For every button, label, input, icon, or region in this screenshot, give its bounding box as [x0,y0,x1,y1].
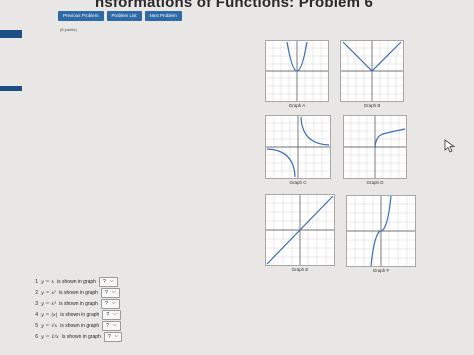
mouse-pointer-icon [444,139,456,153]
chevron-down-icon: ⌵ [111,289,116,295]
question-equation: y = x [41,278,55,285]
graph-select-value: ? [102,278,106,285]
graph-b: Graph B [340,40,404,110]
chevron-down-icon: ⌵ [109,278,114,284]
previous-problem-button[interactable]: Previous Problem [58,11,104,21]
question-text: is shown in graph [61,333,101,340]
graph-d: Graph D [343,115,407,187]
graph-e: Graph E [265,194,335,274]
graph-c-plot [265,115,331,179]
graph-select-value: ? [104,289,108,296]
question-number: 4 [35,311,38,318]
question-text: is shown in graph [60,311,100,318]
graph-select[interactable]: ? ⌵ [102,309,121,320]
question-row: 3 y = x³ is shown in graph ? ⌵ [30,298,122,309]
chevron-down-icon: ⌵ [111,300,116,306]
graph-f-plot [346,195,416,267]
graph-select-value: ? [106,311,110,318]
graph-caption: Graph D [366,180,384,185]
question-text: is shown in graph [60,322,100,329]
question-equation: y = 1/x [41,333,59,340]
question-row: 5 y = √x is shown in graph ? ⌵ [30,320,122,331]
question-row: 4 y = |x| is shown in graph ? ⌵ [30,309,122,320]
question-row: 1 y = x is shown in graph ? ⌵ [30,276,122,287]
problem-navigation: Previous Problem Problem List Next Probl… [58,11,182,21]
points-label: (6 points) [60,27,77,32]
graph-a: Graph A [265,40,329,110]
graph-caption: Graph E [291,267,309,272]
chevron-down-icon: ⌵ [113,311,117,317]
question-equation: y = √x [41,322,58,329]
question-number: 5 [35,322,38,329]
graph-a-plot [265,40,329,102]
graph-select-value: ? [107,333,111,340]
chevron-down-icon: ⌵ [114,333,119,339]
graph-select[interactable]: ? ⌵ [100,298,120,309]
graph-select[interactable]: ? ⌵ [102,320,121,331]
question-number: 1 [35,278,38,285]
graph-select-value: ? [106,322,109,329]
sidebar-edge-lower [0,86,22,91]
chevron-down-icon: ⌵ [112,322,117,328]
graph-e-plot [265,194,335,266]
problem-list-button[interactable]: Problem List [106,11,142,21]
graph-caption: Graph C [289,180,307,185]
question-number: 2 [35,289,38,296]
graph-c: Graph C [265,115,331,187]
question-row: 2 y = x² is shown in graph ? ⌵ [30,287,122,298]
graph-caption: Graph A [288,103,306,108]
graph-select-value: ? [104,300,108,307]
question-row: 6 y = 1/x is shown in graph ? ⌵ [30,331,123,342]
graph-caption: Graph B [363,103,381,108]
question-text: is shown in graph [57,278,96,285]
graph-select[interactable]: ? ⌵ [98,276,118,287]
graph-d-plot [343,115,407,179]
question-number: 6 [35,333,38,340]
graph-select[interactable]: ? ⌵ [100,287,120,298]
graph-select[interactable]: ? ⌵ [103,331,123,342]
matching-questions: 1 y = x is shown in graph ? ⌵ 2 y = x² is… [30,276,123,342]
question-equation: y = |x| [41,311,58,318]
graph-caption: Graph F [372,268,390,273]
question-number: 3 [35,300,38,307]
graph-b-plot [340,40,404,102]
question-equation: y = x³ [41,300,57,307]
question-text: is shown in graph [59,300,98,307]
next-problem-button[interactable]: Next Problem [144,11,182,21]
sidebar-edge [0,30,22,38]
page-title: nsformations of Functions: Problem 6 [95,0,374,11]
question-text: is shown in graph [59,289,98,296]
question-equation: y = x² [41,289,57,296]
graph-f: Graph F [346,195,416,275]
